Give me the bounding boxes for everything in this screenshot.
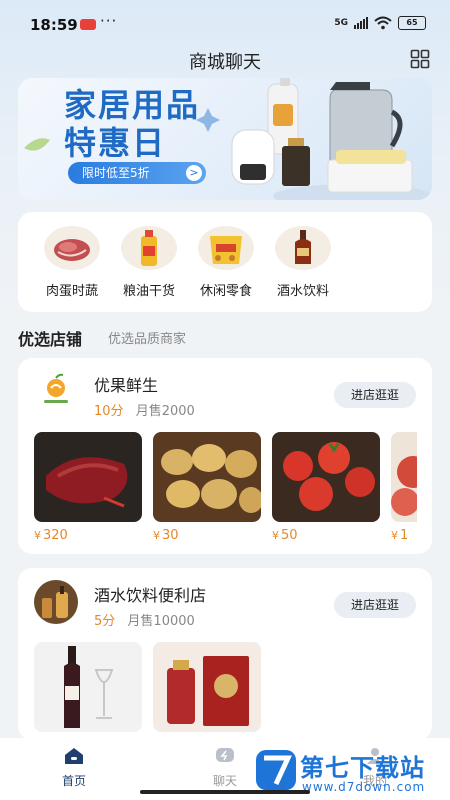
shop-meta: 5分 月售10000: [94, 610, 195, 629]
shop-card[interactable]: 酒水饮料便利店 5分 月售10000 进店逛逛: [18, 568, 432, 740]
category-label: 肉蛋时蔬: [45, 284, 98, 299]
watermark-url: www.d7down.com: [302, 780, 426, 794]
currency-symbol: ¥: [272, 529, 279, 542]
price-value: 320: [43, 528, 68, 543]
banner-products-illustration: [24, 78, 432, 200]
promo-banner[interactable]: 家居用品 特惠日 限时低至5折 >: [18, 78, 432, 200]
more-notifications-icon: ···: [100, 12, 118, 30]
category-meat[interactable]: 肉蛋时蔬: [34, 226, 110, 299]
shop-score: 5分: [94, 614, 116, 629]
product-card[interactable]: [34, 642, 142, 738]
product-row: ¥320 ¥30 ¥50 ¥1: [34, 432, 417, 543]
section-header: 优选店铺 优选品质商家: [18, 326, 186, 350]
product-price: ¥50: [272, 528, 380, 543]
product-price: ¥320: [34, 528, 142, 543]
section-subtitle: 优选品质商家: [108, 332, 187, 347]
category-panel: 肉蛋时蔬 粮油干货 休闲零食 酒水饮料: [18, 212, 432, 312]
notification-badge-icon: [80, 19, 96, 30]
shop-sales: 月售10000: [127, 614, 195, 629]
product-image-tomatoes: [272, 432, 380, 522]
product-image-wine: [34, 642, 142, 732]
tab-label: 聊天: [212, 774, 237, 788]
price-value: 30: [162, 528, 179, 543]
status-indicators: 5G 65: [334, 16, 426, 30]
home-indicator: [140, 790, 310, 794]
network-type: 5G: [334, 18, 348, 28]
category-snacks[interactable]: 休闲零食: [188, 226, 264, 299]
status-time: 18:59: [30, 16, 78, 34]
category-drinks[interactable]: 酒水饮料: [265, 226, 341, 299]
grid-icon[interactable]: [410, 49, 430, 69]
oil-icon: [121, 226, 177, 270]
tab-chat[interactable]: 聊天: [195, 746, 255, 789]
chat-icon: [216, 748, 234, 762]
snack-icon: [198, 226, 254, 270]
tab-home[interactable]: 首页: [44, 746, 104, 789]
product-card[interactable]: ¥30: [153, 432, 261, 543]
category-label: 休闲零食: [199, 284, 252, 299]
product-card[interactable]: [153, 642, 261, 738]
enter-shop-button[interactable]: 进店逛逛: [334, 592, 416, 618]
wifi-icon: [374, 16, 392, 30]
liquor-icon: [275, 226, 331, 270]
watermark-badge-icon: [256, 750, 296, 790]
product-image-apples: [391, 432, 417, 522]
product-row: [34, 642, 261, 738]
section-title: 优选店铺: [18, 330, 83, 349]
home-icon: [65, 748, 83, 764]
shop-sales: 月售2000: [135, 404, 195, 419]
product-price: ¥1: [391, 528, 417, 543]
status-bar: 18:59 ··· 5G 65: [0, 0, 450, 44]
currency-symbol: ¥: [391, 529, 398, 542]
category-label: 酒水饮料: [276, 284, 329, 299]
battery-icon: 65: [398, 16, 426, 30]
price-value: 50: [281, 528, 298, 543]
product-price: ¥30: [153, 528, 261, 543]
price-value: 1: [400, 528, 409, 543]
page-title: 商城聊天: [189, 52, 261, 73]
watermark-text: 第七下载站: [300, 754, 425, 782]
shop-name: 优果鲜生: [94, 376, 159, 395]
enter-shop-button[interactable]: 进店逛逛: [334, 382, 416, 408]
shop-score: 10分: [94, 404, 124, 419]
meat-icon: [44, 226, 100, 270]
product-card[interactable]: ¥1: [391, 432, 417, 543]
signal-icon: [354, 17, 368, 29]
product-card[interactable]: ¥50: [272, 432, 380, 543]
product-card[interactable]: ¥320: [34, 432, 142, 543]
tab-label: 首页: [61, 774, 86, 788]
currency-symbol: ¥: [153, 529, 160, 542]
product-image-baijiu: [153, 642, 261, 732]
category-oil[interactable]: 粮油干货: [111, 226, 187, 299]
shop-meta: 10分 月售2000: [94, 400, 195, 419]
shop-card[interactable]: 优果鲜生 10分 月售2000 进店逛逛 ¥320 ¥30 ¥50 ¥ 1: [18, 358, 432, 554]
shop-logo: [34, 580, 78, 624]
category-label: 粮油干货: [122, 284, 175, 299]
product-image-steak: [34, 432, 142, 522]
app-header: 商城聊天: [0, 44, 450, 78]
shop-logo: [34, 370, 78, 414]
currency-symbol: ¥: [34, 529, 41, 542]
product-image-potatoes: [153, 432, 261, 522]
shop-name: 酒水饮料便利店: [94, 586, 207, 605]
